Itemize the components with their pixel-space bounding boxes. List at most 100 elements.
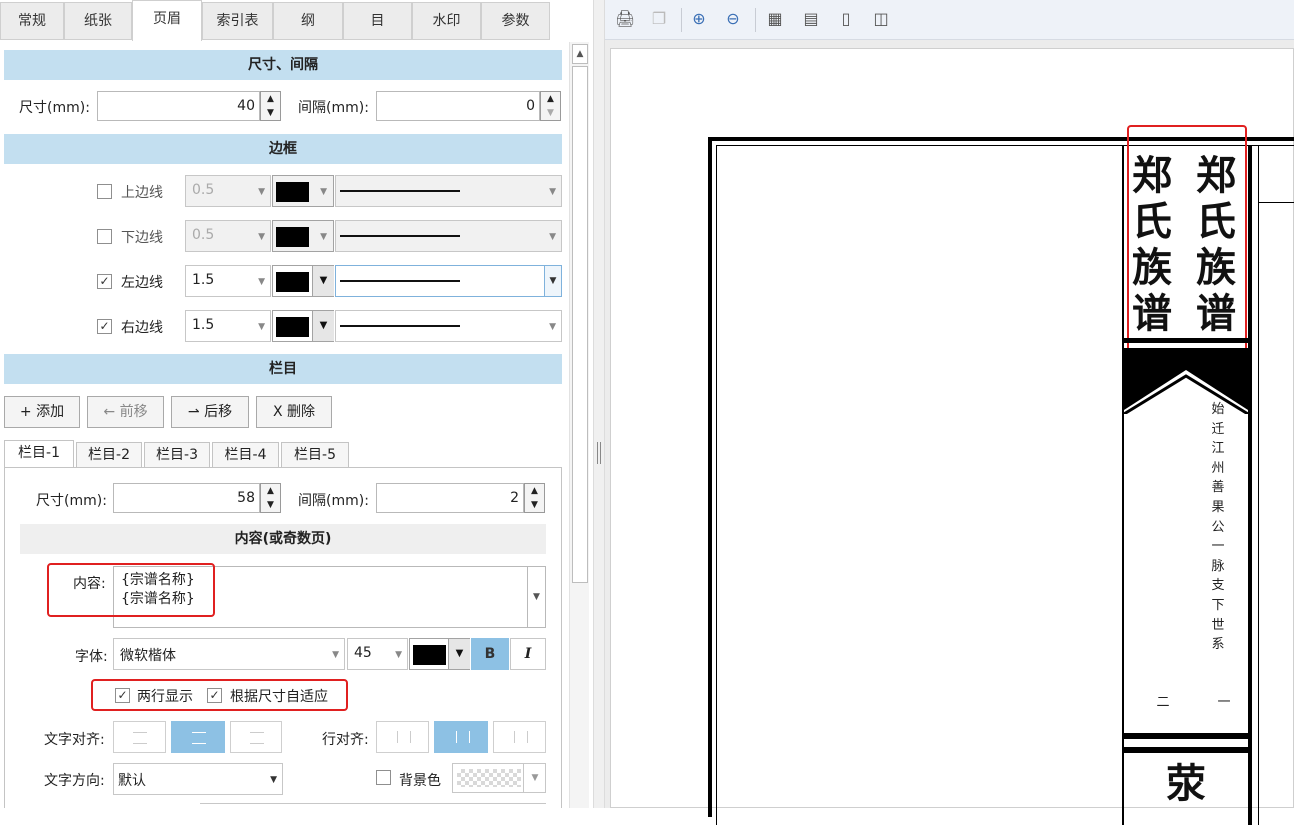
left-border-width-select[interactable]: 1.5 ▼ [185, 265, 271, 297]
tab-general[interactable]: 常规 [0, 2, 64, 39]
top-border-style-select[interactable]: ▼ [335, 175, 562, 207]
bg-color-label: 背景色 [399, 773, 441, 789]
tab-watermark[interactable]: 水印 [412, 2, 481, 39]
tab-column-4[interactable]: 栏目-4 [212, 442, 279, 467]
bottom-border-checkbox[interactable] [97, 229, 112, 244]
align-left-button[interactable] [113, 721, 166, 753]
tab-index[interactable]: 索引表 [202, 2, 273, 39]
top-border-checkbox[interactable] [97, 184, 112, 199]
right-border-color-picker[interactable]: ▼ [272, 310, 334, 342]
two-page-icon[interactable]: ◫ [871, 9, 891, 29]
tab-column-3[interactable]: 栏目-3 [144, 442, 210, 467]
fit-width-icon[interactable]: ▤ [801, 9, 821, 29]
left-border-checkbox[interactable]: ✓ [97, 274, 112, 289]
subtitle-char: 善 [1211, 480, 1225, 496]
section-border: 边框 [4, 134, 562, 164]
section-content: 内容(或奇数页) [20, 524, 546, 554]
column-spacing-label: 间隔(mm): [298, 493, 369, 509]
title-highlight-box [1127, 125, 1247, 357]
header-size-input[interactable]: 40 [97, 91, 260, 121]
header-spacing-stepper[interactable]: ▲ ▼ [540, 91, 561, 121]
header-spacing-input[interactable]: 0 [376, 91, 540, 121]
copy-icon[interactable]: ❐ [649, 9, 669, 29]
two-lines-checkbox[interactable]: ✓ [115, 688, 130, 703]
tab-params[interactable]: 参数 [481, 2, 550, 39]
preview-area: 郑 氏 族 谱 郑 氏 族 谱 始 迁 江 州 善 果 公 一 脉 支 下 世 … [605, 40, 1294, 825]
tab-outline[interactable]: 纲 [273, 2, 343, 39]
column-spacing-stepper[interactable]: ▲ ▼ [524, 483, 545, 513]
scroll-up-icon[interactable]: ▲ [572, 44, 588, 64]
bg-color-picker[interactable]: ▼ [452, 763, 546, 793]
top-border-color-picker[interactable]: ▼ [272, 175, 334, 207]
scroll-thumb[interactable] [572, 66, 588, 583]
subtitle-char: 系 [1211, 637, 1225, 653]
move-next-button[interactable]: ⇀ 后移 [171, 396, 249, 428]
add-column-button[interactable]: + 添加 [4, 396, 80, 428]
left-border-label: 左边线 [121, 275, 163, 291]
bottom-char: 荥 [1166, 760, 1206, 807]
page-number-right: 一 [1217, 695, 1231, 710]
line-align-center-button[interactable] [434, 721, 488, 753]
text-align-label: 文字对齐: [44, 732, 105, 748]
next-row-hint [200, 803, 546, 809]
italic-button[interactable]: I [510, 638, 546, 670]
direction-select[interactable]: 默认 ▼ [113, 763, 283, 795]
align-center-button[interactable] [171, 721, 225, 753]
column-size-stepper[interactable]: ▲ ▼ [260, 483, 281, 513]
settings-tabbar: 常规 纸张 页眉 索引表 纲 目 水印 参数 [0, 0, 593, 41]
line-align-left-button[interactable] [376, 721, 429, 753]
bottom-border-label: 下边线 [121, 230, 163, 246]
column-size-input[interactable]: 58 [113, 483, 260, 513]
right-border-label: 右边线 [121, 320, 163, 336]
tab-catalog[interactable]: 目 [343, 2, 412, 39]
subtitle-char: 脉 [1211, 558, 1225, 574]
auto-fit-label: 根据尺寸自适应 [230, 689, 328, 705]
top-border-label: 上边线 [121, 185, 163, 201]
subtitle-char: 迁 [1211, 421, 1225, 437]
tab-header[interactable]: 页眉 [132, 0, 202, 41]
subtitle-char: 一 [1211, 539, 1225, 555]
subtitle-char: 支 [1211, 578, 1225, 594]
panel-splitter[interactable] [593, 0, 605, 808]
direction-label: 文字方向: [44, 773, 105, 789]
font-color-picker[interactable]: ▼ [409, 638, 470, 670]
line-align-right-button[interactable] [493, 721, 546, 753]
tab-column-2[interactable]: 栏目-2 [76, 442, 142, 467]
tab-column-1[interactable]: 栏目-1 [4, 440, 74, 468]
font-size-select[interactable]: 45 ▼ [347, 638, 408, 670]
subtitle-char: 州 [1211, 460, 1225, 476]
column-spacing-input[interactable]: 2 [376, 483, 524, 513]
header-size-label: 尺寸(mm): [19, 100, 90, 116]
preview-toolbar: 🖨 ❐ ⊕ ⊖ ▦ ▤ ▯ ◫ [605, 0, 1294, 40]
bottom-border-color-picker[interactable]: ▼ [272, 220, 334, 252]
left-border-style-select[interactable]: ▼ [335, 265, 562, 297]
panel-scrollbar[interactable]: ▲ [569, 42, 589, 808]
bottom-border-width-select[interactable]: 0.5 ▼ [185, 220, 271, 252]
header-size-stepper[interactable]: ▲ ▼ [260, 91, 281, 121]
move-prev-button[interactable]: ← 前移 [87, 396, 164, 428]
print-icon[interactable]: 🖨 [615, 9, 635, 29]
subtitle-char: 下 [1211, 598, 1225, 613]
zoom-in-icon[interactable]: ⊕ [689, 9, 709, 29]
font-family-select[interactable]: 微软楷体 ▼ [113, 638, 345, 670]
bottom-border-style-select[interactable]: ▼ [335, 220, 562, 252]
line-align-label: 行对齐: [322, 732, 369, 748]
right-border-style-select[interactable]: ▼ [335, 310, 562, 342]
top-border-width-select[interactable]: 0.5 ▼ [185, 175, 271, 207]
right-border-checkbox[interactable]: ✓ [97, 319, 112, 334]
zoom-out-icon[interactable]: ⊖ [723, 9, 743, 29]
right-border-width-select[interactable]: 1.5 ▼ [185, 310, 271, 342]
align-right-button[interactable] [230, 721, 282, 753]
tab-column-5[interactable]: 栏目-5 [281, 442, 349, 467]
bold-button[interactable]: B [471, 638, 509, 670]
header-spacing-label: 间隔(mm): [298, 100, 369, 116]
bg-color-checkbox[interactable] [376, 770, 391, 785]
single-page-icon[interactable]: ▯ [836, 9, 856, 29]
delete-column-button[interactable]: X 删除 [256, 396, 332, 428]
auto-fit-checkbox[interactable]: ✓ [207, 688, 222, 703]
fit-page-icon[interactable]: ▦ [765, 9, 785, 29]
left-border-color-picker[interactable]: ▼ [272, 265, 334, 297]
tab-paper[interactable]: 纸张 [64, 2, 132, 39]
content-dropdown-icon[interactable]: ▼ [528, 566, 546, 628]
subtitle-char: 公 [1211, 519, 1225, 535]
